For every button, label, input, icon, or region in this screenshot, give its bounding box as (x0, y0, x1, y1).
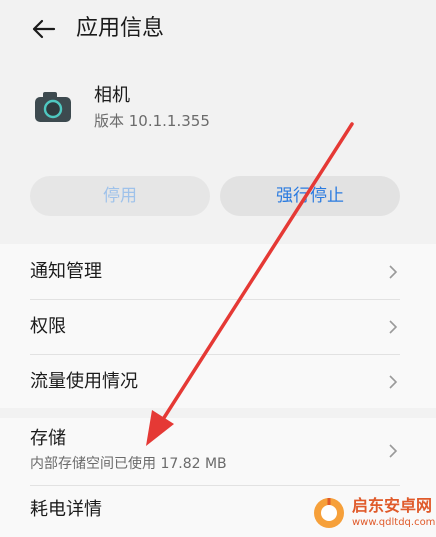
app-name: 相机 (94, 85, 130, 106)
camera-icon (35, 92, 71, 122)
settings-group-1: 通知管理 权限 流量使用情况 (0, 244, 436, 408)
app-version: 版本 10.1.1.355 (94, 112, 210, 130)
page-title: 应用信息 (76, 16, 165, 41)
app-bar: 应用信息 (0, 0, 436, 60)
app-summary: 相机 版本 10.1.1.355 (0, 70, 436, 150)
watermark-logo-icon (314, 498, 344, 528)
watermark-url: www.qdltdq.com (352, 517, 436, 528)
row-label: 耗电详情 (30, 499, 102, 520)
force-stop-button[interactable]: 强行停止 (220, 176, 400, 216)
chevron-right-icon (389, 444, 398, 458)
watermark: 启东安卓网 www.qdltdq.com (308, 490, 436, 537)
back-arrow-icon[interactable] (28, 14, 58, 44)
row-label: 通知管理 (30, 261, 102, 282)
storage-usage-text: 内部存储空间已使用 17.82 MB (30, 456, 227, 472)
row-data-usage[interactable]: 流量使用情况 (0, 355, 436, 408)
row-permissions[interactable]: 权限 (0, 300, 436, 354)
row-label: 流量使用情况 (30, 371, 138, 392)
watermark-title: 启东安卓网 (352, 496, 433, 515)
chevron-right-icon (389, 265, 398, 279)
disable-button[interactable]: 停用 (30, 176, 210, 216)
row-label: 权限 (30, 316, 66, 337)
row-notification-management[interactable]: 通知管理 (0, 244, 436, 298)
chevron-right-icon (389, 375, 398, 389)
row-storage[interactable]: 存储 内部存储空间已使用 17.82 MB (0, 418, 436, 484)
row-label: 存储 (30, 428, 66, 449)
chevron-right-icon (389, 320, 398, 334)
